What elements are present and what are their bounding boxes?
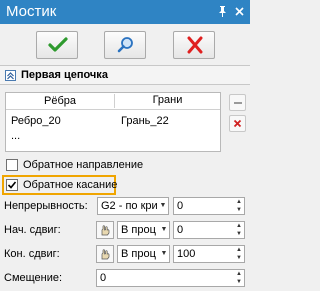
start-shift-row: Нач. сдвиг: В проц ▼ 0 ▲ ▼: [0, 220, 250, 240]
section-title: Первая цепочка: [21, 69, 108, 81]
reverse-tangency-option[interactable]: Обратное касание: [2, 175, 118, 195]
pick-hand-icon: [101, 225, 110, 236]
start-shift-select[interactable]: В проц ▼: [117, 221, 170, 239]
offset-value-field[interactable]: 0 ▲ ▼: [96, 269, 245, 287]
delete-all-button[interactable]: [229, 115, 246, 132]
end-shift-select-value: В проц: [121, 248, 156, 260]
cross-icon: [187, 36, 203, 54]
table-header: Рёбра Грани: [6, 93, 220, 110]
offset-row: Смещение: 0 ▲ ▼: [0, 268, 250, 288]
title-bar: Мостик: [0, 0, 250, 24]
end-shift-pick-button[interactable]: [96, 245, 114, 263]
chevron-down-icon: ▼: [158, 198, 168, 214]
column-header-edges[interactable]: Рёбра: [6, 95, 114, 107]
continuity-value: 0: [177, 200, 184, 212]
close-icon[interactable]: [233, 5, 246, 18]
end-shift-label: Кон. сдвиг:: [4, 248, 60, 260]
reverse-direction-checkbox[interactable]: [6, 159, 18, 171]
start-shift-label: Нач. сдвиг:: [4, 224, 61, 236]
pick-hand-icon: [101, 249, 110, 260]
reverse-tangency-label: Обратное касание: [23, 179, 118, 191]
checkmark-icon: [48, 37, 68, 52]
section-header-first-chain[interactable]: Первая цепочка: [0, 65, 250, 85]
end-shift-value: 100: [177, 248, 196, 260]
chevron-down-icon: ▼: [159, 222, 169, 238]
offset-spinner[interactable]: ▲ ▼: [234, 270, 244, 286]
delete-x-icon: [230, 116, 245, 131]
end-shift-spinner[interactable]: ▲ ▼: [234, 246, 244, 262]
action-toolbar: [0, 31, 250, 61]
end-shift-value-field[interactable]: 100 ▲ ▼: [173, 245, 245, 263]
minus-icon: [234, 102, 242, 104]
preview-button[interactable]: [104, 31, 146, 59]
chevron-down-icon: ▼: [159, 246, 169, 262]
window-title: Мостик: [6, 3, 57, 20]
end-shift-row: Кон. сдвиг: В проц ▼ 100 ▲ ▼: [0, 244, 250, 264]
ok-button[interactable]: [36, 31, 78, 59]
continuity-spinner[interactable]: ▲ ▼: [234, 198, 244, 214]
reverse-tangency-checkbox[interactable]: [6, 179, 18, 191]
table-cell-edge: Ребро_20: [11, 115, 61, 127]
continuity-value-field[interactable]: 0 ▲ ▼: [173, 197, 245, 215]
preview-search-icon: [117, 37, 133, 53]
cancel-button[interactable]: [173, 31, 215, 59]
start-shift-spinner[interactable]: ▲ ▼: [234, 222, 244, 238]
column-header-faces[interactable]: Грани: [114, 94, 220, 108]
pin-icon[interactable]: [216, 5, 229, 18]
offset-value: 0: [100, 272, 107, 284]
table-more-placeholder[interactable]: ...: [11, 130, 20, 142]
start-shift-value: 0: [177, 224, 184, 236]
reverse-direction-label: Обратное направление: [23, 159, 144, 171]
continuity-select-value: G2 - по кри: [101, 200, 158, 212]
table-cell-face: Грань_22: [121, 115, 169, 127]
start-shift-pick-button[interactable]: [96, 221, 114, 239]
table-row[interactable]: Ребро_20 Грань_22: [6, 113, 220, 129]
continuity-select[interactable]: G2 - по кри ▼: [97, 197, 169, 215]
continuity-row: Непрерывность: G2 - по кри ▼ 0 ▲ ▼: [0, 196, 250, 216]
start-shift-select-value: В проц: [121, 224, 156, 236]
chevron-up-icon[interactable]: [5, 70, 16, 81]
title-bar-controls: [216, 5, 246, 18]
offset-label: Смещение:: [4, 272, 63, 284]
continuity-label: Непрерывность:: [4, 200, 88, 212]
end-shift-select[interactable]: В проц ▼: [117, 245, 170, 263]
edges-faces-table[interactable]: Рёбра Грани Ребро_20 Грань_22 ...: [5, 92, 221, 152]
start-shift-value-field[interactable]: 0 ▲ ▼: [173, 221, 245, 239]
remove-row-button[interactable]: [229, 94, 246, 111]
